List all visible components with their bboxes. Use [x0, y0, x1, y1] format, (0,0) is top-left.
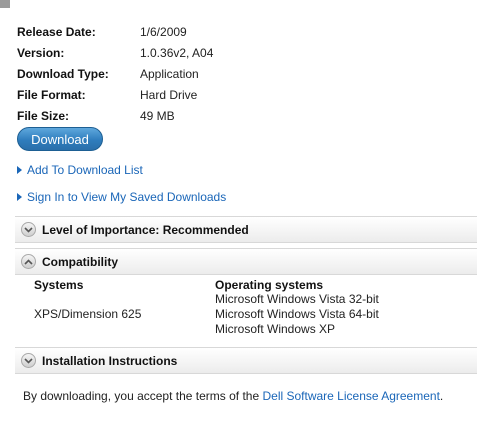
os-item: Microsoft Windows Vista 32-bit — [215, 292, 379, 306]
license-text: By downloading, you accept the terms of … — [23, 389, 263, 403]
download-button[interactable]: Download — [17, 127, 103, 151]
chevron-down-icon[interactable] — [21, 222, 36, 237]
add-to-download-list-link[interactable]: Add To Download List — [17, 163, 143, 177]
arrow-right-icon — [17, 193, 22, 201]
file-format-row: File Format: Hard Drive — [17, 84, 213, 105]
section-compatibility[interactable]: Compatibility — [15, 248, 477, 275]
chevron-down-icon[interactable] — [21, 353, 36, 368]
download-type-row: Download Type: Application — [17, 63, 213, 84]
version-label: Version: — [17, 45, 65, 60]
os-column: Operating systems Microsoft Windows Vist… — [215, 278, 445, 337]
os-header: Operating systems — [215, 278, 324, 292]
download-type-value: Application — [140, 66, 199, 81]
importance-heading: Level of Importance: Recommended — [42, 222, 249, 237]
version-value: 1.0.36v2, A04 — [140, 45, 214, 60]
top-border-strip — [0, 0, 10, 8]
section-installation-instructions[interactable]: Installation Instructions — [15, 347, 477, 374]
release-date-row: Release Date: 1/6/2009 — [17, 21, 213, 42]
version-row: Version: 1.0.36v2, A04 — [17, 42, 213, 63]
license-agreement-link[interactable]: Dell Software License Agreement — [262, 389, 439, 403]
file-size-label: File Size: — [17, 108, 70, 123]
os-item: Microsoft Windows Vista 64-bit — [215, 307, 379, 321]
file-format-label: File Format: — [17, 87, 86, 102]
file-size-row: File Size: 49 MB — [17, 105, 213, 126]
systems-column: Systems XPS/Dimension 625 — [34, 278, 214, 321]
license-notice: By downloading, you accept the terms of … — [23, 389, 443, 403]
release-date-value: 1/6/2009 — [140, 24, 187, 39]
file-size-value: 49 MB — [140, 108, 175, 123]
file-format-value: Hard Drive — [140, 87, 198, 102]
system-name: XPS/Dimension 625 — [34, 307, 142, 321]
license-period: . — [439, 389, 444, 403]
chevron-up-icon[interactable] — [21, 254, 36, 269]
release-date-label: Release Date: — [17, 24, 96, 39]
installation-heading: Installation Instructions — [42, 353, 178, 368]
os-item: Microsoft Windows XP — [215, 322, 336, 336]
compatibility-heading: Compatibility — [42, 254, 119, 269]
sign-in-saved-downloads-link[interactable]: Sign In to View My Saved Downloads — [17, 190, 226, 204]
section-level-of-importance[interactable]: Level of Importance: Recommended — [15, 216, 477, 243]
arrow-right-icon — [17, 166, 22, 174]
systems-header: Systems — [34, 278, 84, 292]
download-type-label: Download Type: — [17, 66, 109, 81]
sign-in-label: Sign In to View My Saved Downloads — [27, 190, 227, 204]
add-to-download-list-label: Add To Download List — [27, 163, 143, 177]
file-details: Release Date: 1/6/2009 Version: 1.0.36v2… — [17, 21, 213, 126]
